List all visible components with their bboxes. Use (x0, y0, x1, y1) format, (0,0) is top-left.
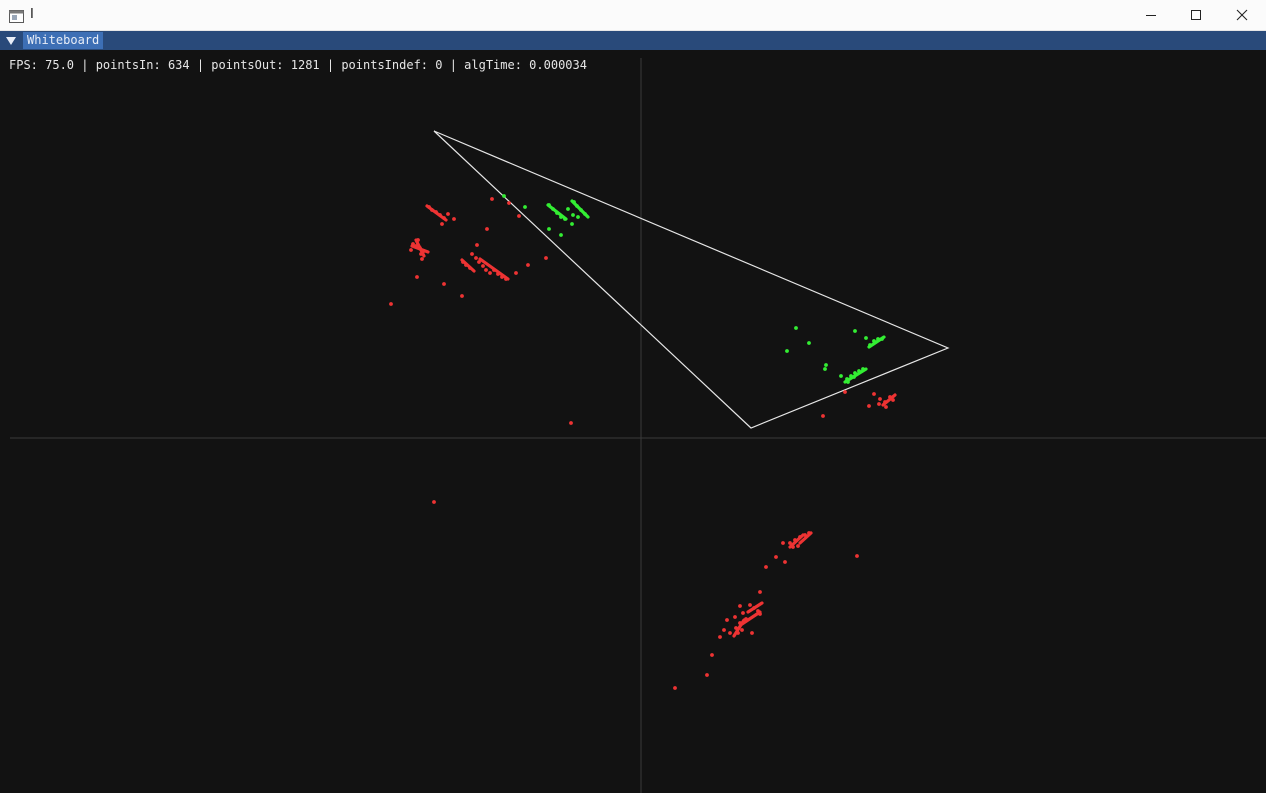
point-out (758, 590, 762, 594)
point-out (872, 392, 876, 396)
point-out (722, 628, 726, 632)
point-out (878, 397, 882, 401)
point-out (475, 243, 479, 247)
point-out (877, 402, 881, 406)
point-in (570, 222, 574, 226)
point-out (488, 271, 492, 275)
point-out (442, 282, 446, 286)
point-out (440, 222, 444, 226)
point-in (571, 213, 575, 217)
point-out (389, 302, 393, 306)
point-out (507, 201, 511, 205)
point-in (807, 341, 811, 345)
point-in (523, 205, 527, 209)
point-out (415, 275, 419, 279)
point-in (823, 367, 827, 371)
point-in-cluster (843, 367, 868, 384)
point-out (484, 268, 488, 272)
point-out (741, 611, 745, 615)
point-out (517, 214, 521, 218)
point-in (785, 349, 789, 353)
point-out (718, 635, 722, 639)
point-in (576, 215, 580, 219)
point-out (728, 631, 732, 635)
point-out (420, 257, 424, 261)
point-out (409, 248, 413, 252)
plot-layer (10, 58, 1266, 793)
point-in-cluster (546, 203, 568, 221)
point-in (824, 363, 828, 367)
point-in (794, 326, 798, 330)
point-in (502, 194, 506, 198)
point-out (783, 560, 787, 564)
point-out (738, 604, 742, 608)
stats-readout: FPS: 75.0 | pointsIn: 634 | pointsOut: 1… (9, 58, 587, 72)
point-out (867, 404, 871, 408)
point-out (481, 264, 485, 268)
point-out (710, 653, 714, 657)
point-out (460, 294, 464, 298)
point-out (526, 263, 530, 267)
point-out (446, 212, 450, 216)
point-out (740, 628, 744, 632)
point-out (821, 414, 825, 418)
point-out (673, 686, 677, 690)
point-out (432, 500, 436, 504)
point-out (452, 217, 456, 221)
app-window: I Whiteboard FPS: 75.0 | pointsIn: 634 |… (0, 0, 1266, 793)
point-out (725, 618, 729, 622)
point-out (748, 603, 752, 607)
point-out (490, 197, 494, 201)
point-out-cluster (478, 257, 510, 281)
point-in (853, 329, 857, 333)
point-out (733, 615, 737, 619)
point-out (843, 390, 847, 394)
point-in (839, 374, 843, 378)
point-out (774, 555, 778, 559)
point-out (764, 565, 768, 569)
point-out (796, 544, 800, 548)
point-in (864, 336, 868, 340)
point-out (705, 673, 709, 677)
point-out (855, 554, 859, 558)
point-out (485, 227, 489, 231)
point-out-cluster (425, 204, 448, 222)
point-out (750, 631, 754, 635)
point-out-cluster (460, 258, 476, 273)
point-out (544, 256, 548, 260)
point-out (514, 271, 518, 275)
point-in (566, 207, 570, 211)
point-in (547, 227, 551, 231)
point-out (474, 256, 478, 260)
point-out (470, 252, 474, 256)
point-in (559, 233, 563, 237)
point-out (781, 541, 785, 545)
point-out (569, 421, 573, 425)
triangle-outline (433, 130, 950, 429)
